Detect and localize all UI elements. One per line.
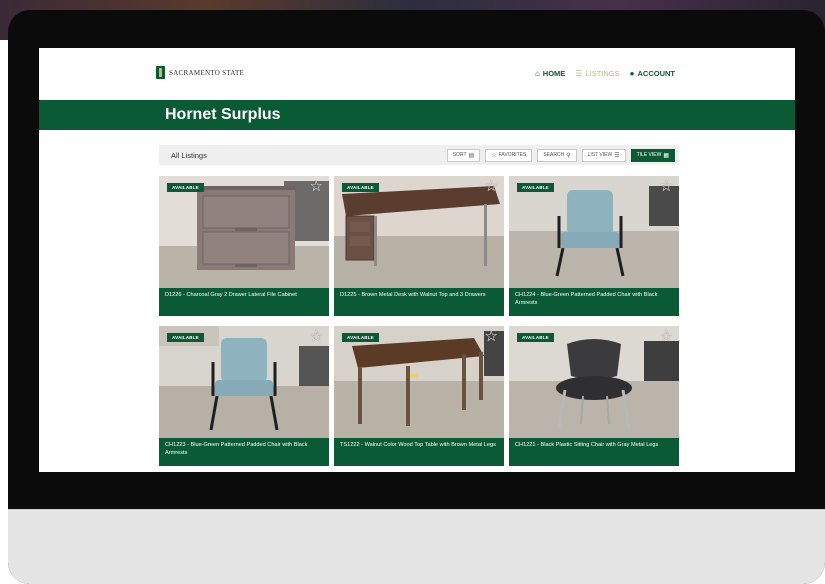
availability-badge: AVAILABLE	[167, 333, 204, 342]
page-title: Hornet Surplus	[165, 106, 281, 123]
search-icon: ⚲	[566, 152, 571, 159]
tile-view-icon: ▦	[663, 152, 669, 159]
listing-card[interactable]: AVAILABLE ☆ CH1221 - Black Plastic Sitti…	[509, 326, 679, 466]
home-icon: ⌂	[534, 69, 540, 78]
favorite-star-icon[interactable]: ☆	[310, 329, 323, 344]
favorite-star-icon[interactable]: ☆	[660, 179, 673, 194]
favorite-star-icon[interactable]: ☆	[310, 179, 323, 194]
availability-badge: AVAILABLE	[517, 183, 554, 192]
listing-grid: AVAILABLE ☆ D1226 - Charcoal Gray 2 Draw…	[159, 176, 680, 466]
search-button[interactable]: SEARCH ⚲	[537, 148, 577, 162]
listing-card[interactable]: AVAILABLE ☆ CH1223 - Blue-Green Patterne…	[159, 326, 329, 466]
monitor-frame: SACRAMENTO STATE ⌂ HOME ☰ LISTINGS ● ACC…	[8, 10, 825, 584]
browser-screen: SACRAMENTO STATE ⌂ HOME ☰ LISTINGS ● ACC…	[39, 48, 795, 472]
availability-badge: AVAILABLE	[517, 333, 554, 342]
nav-links: ⌂ HOME ☰ LISTINGS ● ACCOUNT	[535, 69, 675, 78]
nav-account-label: ACCOUNT	[637, 69, 676, 78]
listing-caption[interactable]: CH1223 - Blue-Green Patterned Padded Cha…	[159, 438, 329, 466]
nav-listings-label: LISTINGS	[585, 69, 620, 78]
search-button-label: SEARCH	[543, 152, 565, 158]
nav-home[interactable]: ⌂ HOME	[535, 69, 565, 78]
list-icon: ☰	[575, 69, 583, 78]
listing-card[interactable]: AVAILABLE ☆ D1225 - Brown Metal Desk wit…	[334, 176, 504, 316]
nav-listings[interactable]: ☰ LISTINGS	[575, 69, 619, 78]
listing-caption[interactable]: D1226 - Charcoal Gray 2 Drawer Lateral F…	[159, 288, 329, 316]
tile-view-button-label: TILE VIEW	[636, 152, 662, 158]
favorite-star-icon[interactable]: ☆	[485, 179, 498, 194]
listing-caption[interactable]: CH1221 - Black Plastic Sitting Chair wit…	[509, 438, 679, 466]
nav-home-label: HOME	[542, 69, 566, 78]
listing-card[interactable]: AVAILABLE ☆ CH1224 - Blue-Green Patterne…	[509, 176, 679, 316]
user-icon: ●	[629, 69, 635, 78]
listing-photo	[159, 176, 329, 288]
list-view-button[interactable]: LIST VIEW ☰	[581, 148, 626, 162]
monitor-chin	[8, 509, 825, 584]
listing-photo	[334, 326, 504, 438]
listing-caption[interactable]: D1225 - Brown Metal Desk with Walnut Top…	[334, 288, 504, 316]
sort-button-label: SORT	[452, 152, 467, 158]
university-logo[interactable]: SACRAMENTO STATE	[156, 66, 244, 79]
listing-photo	[509, 326, 679, 438]
listing-caption[interactable]: TS1222 - Walnut Color Wood Top Table wit…	[334, 438, 504, 466]
favorites-button-label: FAVORITES	[498, 152, 527, 158]
listing-card[interactable]: AVAILABLE ☆ D1226 - Charcoal Gray 2 Draw…	[159, 176, 329, 316]
availability-badge: AVAILABLE	[167, 183, 204, 192]
listing-photo	[334, 176, 504, 288]
page-banner: Hornet Surplus	[39, 100, 795, 130]
favorite-star-icon[interactable]: ☆	[660, 329, 673, 344]
hornet-logo-icon	[156, 66, 165, 79]
listing-photo	[509, 176, 679, 288]
availability-badge: AVAILABLE	[342, 333, 379, 342]
list-view-icon: ☰	[614, 152, 620, 159]
star-outline-icon: ☆	[491, 152, 497, 159]
logo-text: SACRAMENTO STATE	[169, 68, 245, 77]
list-view-button-label: LIST VIEW	[587, 152, 613, 158]
favorite-star-icon[interactable]: ☆	[485, 329, 498, 344]
listing-photo	[159, 326, 329, 438]
toolbar-title: All Listings	[171, 150, 207, 160]
sort-icon: ▤	[468, 152, 475, 159]
listings-toolbar: All Listings SORT ▤ ☆ FAVORITES SEARCH ⚲…	[159, 145, 679, 165]
listing-caption[interactable]: CH1224 - Blue-Green Patterned Padded Cha…	[509, 288, 679, 316]
listing-card[interactable]: AVAILABLE ☆ TS1222 - Walnut Color Wood T…	[334, 326, 504, 466]
tile-view-button[interactable]: TILE VIEW ▦	[630, 148, 675, 162]
sort-button[interactable]: SORT ▤	[446, 148, 481, 162]
top-nav: SACRAMENTO STATE ⌂ HOME ☰ LISTINGS ● ACC…	[39, 48, 795, 100]
availability-badge: AVAILABLE	[342, 183, 379, 192]
nav-account[interactable]: ● ACCOUNT	[630, 69, 675, 78]
favorites-button[interactable]: ☆ FAVORITES	[485, 148, 533, 162]
